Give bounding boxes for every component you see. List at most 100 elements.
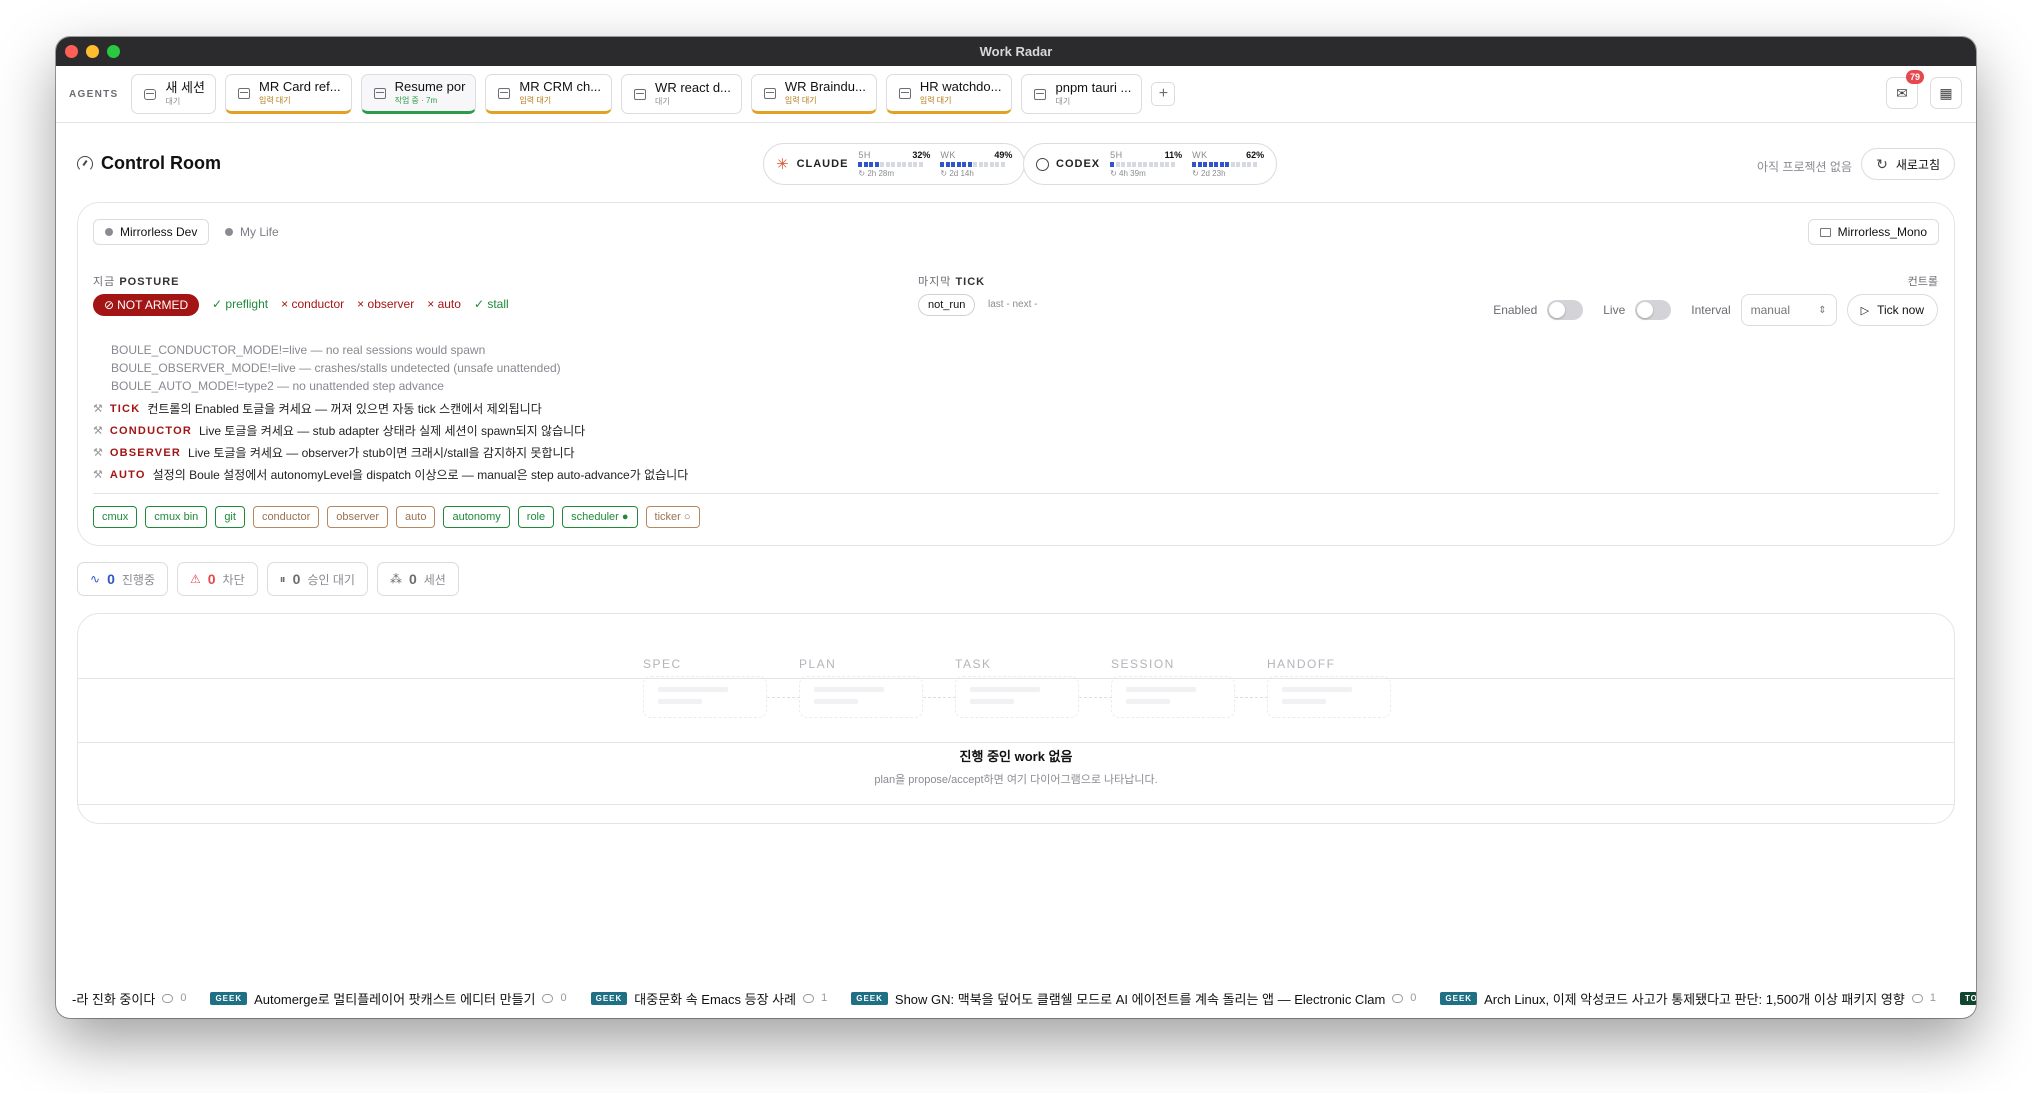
- ticker-headline: -라 진화 중이다: [72, 991, 156, 1007]
- stat-chip[interactable]: ⚠ 0 차단: [176, 562, 258, 596]
- ticker-headline: Show GN: 맥북을 덮어도 클램쉘 모드로 AI 에이전트를 계속 돌리는…: [894, 991, 1386, 1007]
- quota-bar-segment: [1110, 162, 1115, 167]
- agent-tab[interactable]: MR CRM ch... 입력 대기: [485, 74, 613, 114]
- capability-tag[interactable]: scheduler ●: [562, 506, 638, 528]
- capability-tag[interactable]: cmux: [93, 506, 138, 528]
- stage-connector: [923, 697, 956, 698]
- agent-tab[interactable]: 새 세션 대기: [131, 74, 216, 114]
- empty-state-title: 진행 중인 work 없음: [959, 749, 1073, 764]
- stat-chip[interactable]: ⏸ 0 승인 대기: [266, 562, 368, 596]
- env-warning-line: BOULE_CONDUCTOR_MODE!=live — no real ses…: [111, 343, 486, 357]
- comment-count: 0: [162, 992, 186, 1004]
- agent-tab[interactable]: Resume por 작업 중 · 7m: [360, 74, 477, 114]
- quota-short-percent: 11%: [1164, 150, 1183, 160]
- placeholder-line: [1282, 699, 1326, 704]
- capability-tag[interactable]: conductor: [252, 506, 320, 528]
- interval-label: Interval: [1691, 303, 1731, 317]
- capability-tag[interactable]: autonomy: [443, 506, 510, 528]
- quota-short-row: 5H 11%: [1110, 150, 1182, 160]
- workspace-chip-active[interactable]: Mirrorless Dev: [93, 219, 210, 245]
- stat-chip[interactable]: ⁂ 0 세션: [376, 562, 459, 596]
- quota-week-reset: ↻ 2d 23h: [1192, 169, 1226, 178]
- agent-tab[interactable]: WR react d... 대기: [621, 74, 742, 114]
- stage-placeholder: [1111, 676, 1235, 718]
- inbox-button[interactable]: ✉ 79: [1886, 70, 1924, 109]
- tick-label-prefix: 마지막: [918, 276, 952, 288]
- agent-tab[interactable]: MR Card ref... 입력 대기: [224, 74, 352, 114]
- enabled-toggle[interactable]: [1547, 300, 1584, 320]
- comment-count-value: 0: [1410, 992, 1417, 1004]
- stat-count: 0: [292, 571, 301, 587]
- tick-label-key: TICK: [955, 276, 986, 288]
- refresh-button[interactable]: ↻ 새로고침: [1861, 148, 1955, 180]
- posture-check-preflight: ✓ preflight: [212, 297, 268, 311]
- quota-bar-segment: [1126, 162, 1131, 167]
- agent-tab[interactable]: HR watchdo... 입력 대기: [885, 74, 1013, 114]
- capability-tag[interactable]: git: [215, 506, 245, 528]
- quota-bar-segment: [891, 162, 896, 167]
- ticker-item[interactable]: GEEK 대중문화 속 Emacs 등장 사례 1: [590, 989, 827, 1008]
- stat-label: 세션: [423, 572, 446, 587]
- x-icon: ×: [281, 297, 289, 311]
- ticker-item[interactable]: -라 진화 중이다 0: [72, 989, 186, 1008]
- tick-now-button[interactable]: ▷ Tick now: [1846, 294, 1938, 326]
- quota-bar-segment: [962, 162, 967, 167]
- window-icon: [373, 87, 386, 99]
- posture-check-label: stall: [487, 297, 509, 311]
- placeholder-line: [1126, 699, 1170, 704]
- quota-bar-segment: [984, 162, 989, 167]
- minimize-window-button[interactable]: [86, 45, 99, 58]
- ticker-item[interactable]: GEEK Arch Linux, 이제 악성코드 사고가 통제됐다고 판단: 1,…: [1440, 989, 1936, 1008]
- quota-bar-segment: [880, 162, 885, 167]
- quota-bar-segment: [1214, 162, 1219, 167]
- quota-name: ✳ CLAUDE: [776, 155, 848, 173]
- agent-tab-title: pnpm tauri ...: [1055, 80, 1132, 96]
- close-window-button[interactable]: [65, 45, 78, 58]
- capability-tag[interactable]: observer: [327, 506, 389, 528]
- stat-chip[interactable]: ∿ 0 진행중: [77, 562, 168, 596]
- agent-tab[interactable]: WR Braindu... 입력 대기: [750, 74, 877, 114]
- quota-bar-segment: [1225, 162, 1230, 167]
- workspace-chip-other[interactable]: My Life: [213, 219, 291, 245]
- interval-select[interactable]: manual ⇕: [1740, 294, 1837, 326]
- quota-bar-segment: [874, 162, 879, 167]
- quota-meter-claude: ✳ CLAUDE 5H 32% ↻ 2h 28m WK 49% ↻ 2d 14h: [763, 143, 1026, 185]
- new-agent-button[interactable]: +: [1151, 82, 1176, 106]
- capability-tag[interactable]: role: [517, 506, 555, 528]
- quota-bar-segment: [1241, 162, 1246, 167]
- capability-tag[interactable]: auto: [396, 506, 436, 528]
- agent-tab-title: WR Braindu...: [784, 79, 866, 95]
- x-icon: ×: [357, 297, 365, 311]
- calendar-button[interactable]: ▦: [1930, 77, 1962, 109]
- capability-tag[interactable]: ticker ○: [645, 506, 700, 528]
- quota-bar-segment: [1247, 162, 1252, 167]
- controls-label: 컨트롤: [1907, 276, 1938, 288]
- ticker-item[interactable]: GEEK Automerge로 멀티플레이어 팟캐스트 에디터 만들기 0: [210, 989, 567, 1008]
- ticker-item[interactable]: TOS: [1959, 991, 1976, 1005]
- comment-count-value: 0: [560, 992, 567, 1004]
- repo-chip[interactable]: Mirrorless_Mono: [1807, 219, 1939, 245]
- quota-bar-segment: [1203, 162, 1208, 167]
- agents-bar: AGENTS 새 세션 대기 MR Card ref... 입력 대기 Resume p…: [56, 66, 1976, 123]
- placeholder-line: [658, 687, 728, 692]
- stage-placeholder: [643, 676, 767, 718]
- tick-now-label: Tick now: [1877, 303, 1924, 317]
- repo-label: Mirrorless_Mono: [1837, 225, 1927, 239]
- quota-bar-segment: [1208, 162, 1213, 167]
- agent-tab[interactable]: pnpm tauri ... 대기: [1021, 74, 1143, 114]
- capability-tag[interactable]: cmux bin: [145, 506, 208, 528]
- ticker-item[interactable]: GEEK Show GN: 맥북을 덮어도 클램쉘 모드로 AI 에이전트를 계속…: [851, 989, 1416, 1008]
- live-toggle[interactable]: [1635, 300, 1672, 320]
- stage-placeholder: [1267, 676, 1391, 718]
- posture-check-label: conductor: [291, 297, 345, 311]
- window-icon: [898, 87, 911, 99]
- fix-hint-text: Live 토글을 켜세요 — stub adapter 상태라 실제 세션이 s…: [198, 424, 586, 438]
- posture-check-observer: × observer: [357, 297, 414, 311]
- quota-bar-segment: [913, 162, 918, 167]
- zoom-window-button[interactable]: [107, 45, 120, 58]
- quota-bar-segment: [1000, 162, 1005, 167]
- stat-label: 차단: [222, 572, 245, 587]
- agent-tab-status: 대기: [1055, 97, 1071, 107]
- play-icon: ▷: [1860, 304, 1870, 317]
- agent-tab-text: Resume por 작업 중 · 7m: [395, 80, 466, 105]
